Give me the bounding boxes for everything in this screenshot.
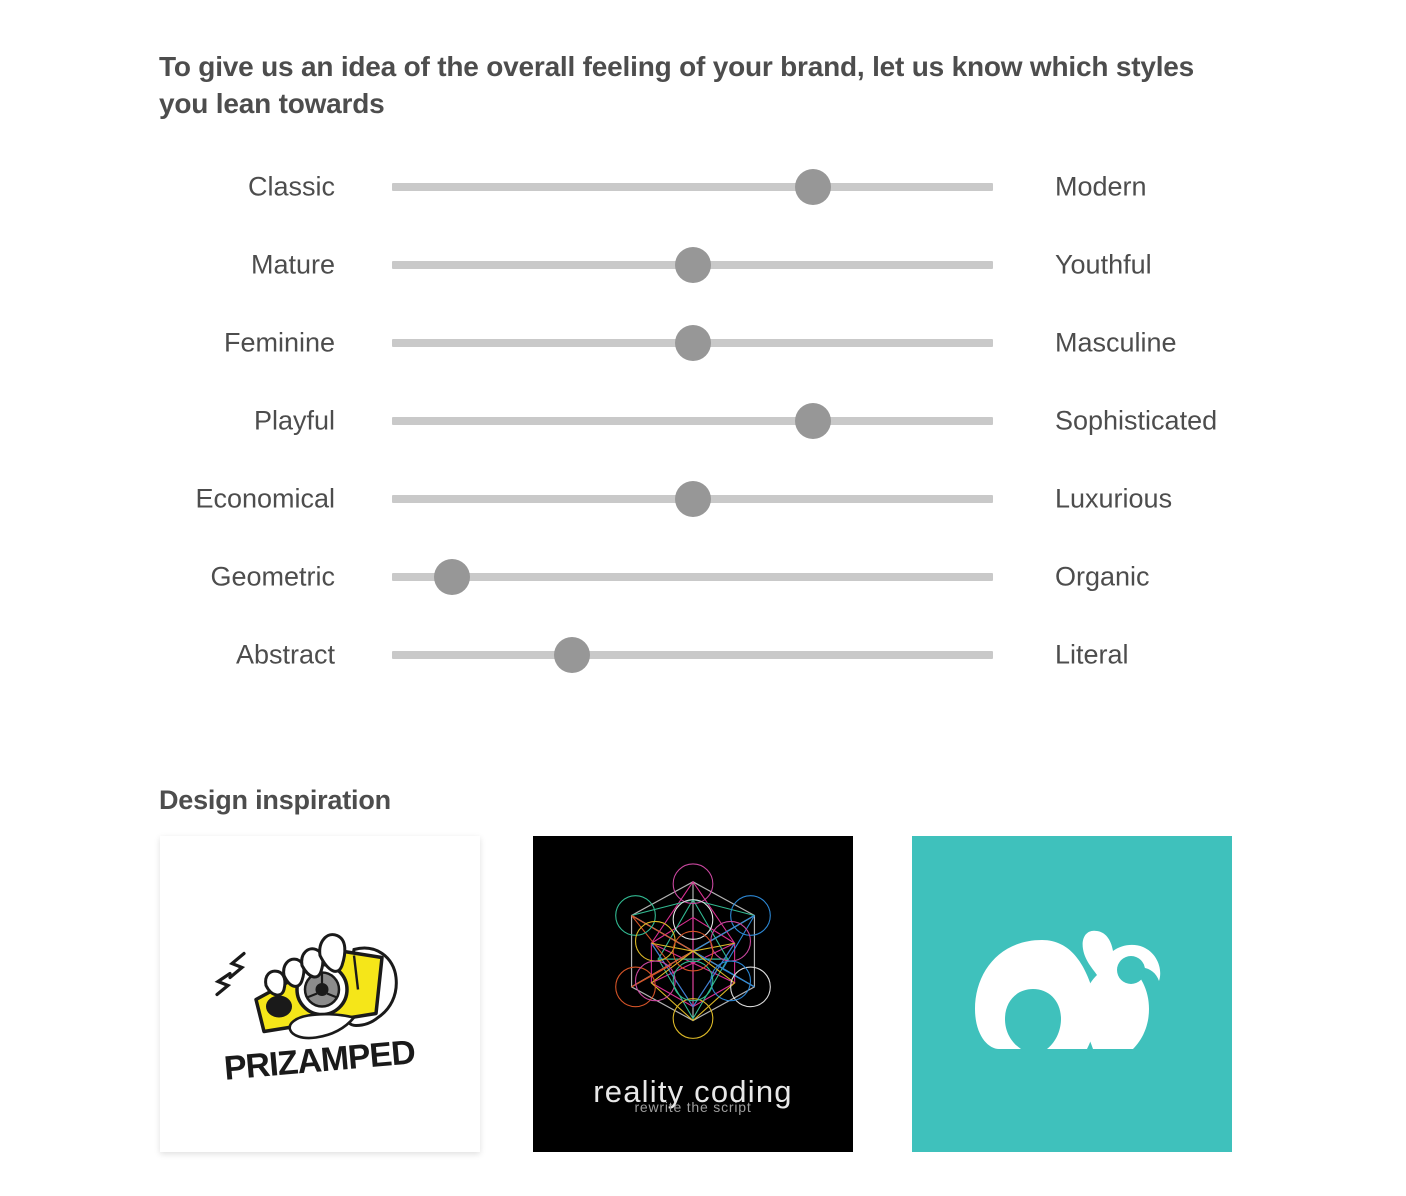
- slider-right-label: Masculine: [1055, 327, 1177, 358]
- slider-left-label: Abstract: [235, 639, 335, 670]
- slider-thumb[interactable]: [434, 559, 471, 595]
- slider-economical-luxurious[interactable]: [392, 481, 993, 517]
- slider-playful-sophisticated[interactable]: [392, 403, 993, 439]
- squirrel-icon: [947, 869, 1197, 1119]
- slider-left-label: Playful: [253, 405, 335, 436]
- slider-geometric-organic[interactable]: [392, 559, 993, 595]
- inspiration-card-squirrel[interactable]: [912, 836, 1232, 1152]
- prizamped-camera-icon: PRIZAMPED: [204, 918, 436, 1083]
- slider-row: Classic Modern: [0, 148, 1406, 226]
- slider-track[interactable]: [392, 651, 993, 659]
- slider-abstract-literal[interactable]: [392, 637, 993, 673]
- slider-row: Mature Youthful: [0, 226, 1406, 304]
- inspiration-card-prizamped[interactable]: PRIZAMPED: [160, 836, 480, 1152]
- style-slider-group: Classic Modern Mature Youthful Feminine …: [0, 148, 1406, 694]
- slider-left-label: Economical: [195, 483, 335, 514]
- slider-left-label: Geometric: [210, 561, 335, 592]
- slider-thumb[interactable]: [674, 481, 711, 517]
- slider-thumb[interactable]: [794, 403, 831, 439]
- page-title: To give us an idea of the overall feelin…: [159, 50, 1195, 119]
- slider-thumb[interactable]: [674, 247, 711, 283]
- slider-feminine-masculine[interactable]: [392, 325, 993, 361]
- slider-thumb[interactable]: [794, 169, 831, 205]
- design-inspiration-heading: Design inspiration: [159, 785, 391, 816]
- svg-text:PRIZAMPED: PRIZAMPED: [222, 1034, 416, 1083]
- slider-row: Abstract Literal: [0, 616, 1406, 694]
- slider-track[interactable]: [392, 573, 993, 581]
- slider-right-label: Organic: [1055, 561, 1150, 592]
- slider-row: Geometric Organic: [0, 538, 1406, 616]
- slider-right-label: Literal: [1055, 639, 1129, 670]
- slider-track[interactable]: [392, 417, 993, 425]
- slider-left-label: Feminine: [223, 327, 335, 358]
- slider-right-label: Sophisticated: [1055, 405, 1218, 436]
- slider-row: Playful Sophisticated: [0, 382, 1406, 460]
- slider-thumb[interactable]: [674, 325, 711, 361]
- slider-right-label: Luxurious: [1055, 483, 1173, 514]
- slider-row: Economical Luxurious: [0, 460, 1406, 538]
- slider-mature-youthful[interactable]: [392, 247, 993, 283]
- metatron-cube-icon: [584, 860, 802, 1078]
- slider-row: Feminine Masculine: [0, 304, 1406, 382]
- inspiration-card-reality-coding[interactable]: reality coding rewrite the script: [533, 836, 853, 1152]
- slider-left-label: Classic: [247, 171, 335, 202]
- slider-left-label: Mature: [250, 249, 335, 280]
- slider-right-label: Modern: [1055, 171, 1147, 202]
- reality-coding-tagline: rewrite the script: [634, 1099, 752, 1115]
- slider-right-label: Youthful: [1055, 249, 1152, 280]
- slider-track[interactable]: [392, 183, 993, 191]
- design-inspiration-gallery: PRIZAMPED reality coding rewrite the scr…: [160, 836, 1240, 1156]
- slider-thumb[interactable]: [554, 637, 591, 673]
- slider-classic-modern[interactable]: [392, 169, 993, 205]
